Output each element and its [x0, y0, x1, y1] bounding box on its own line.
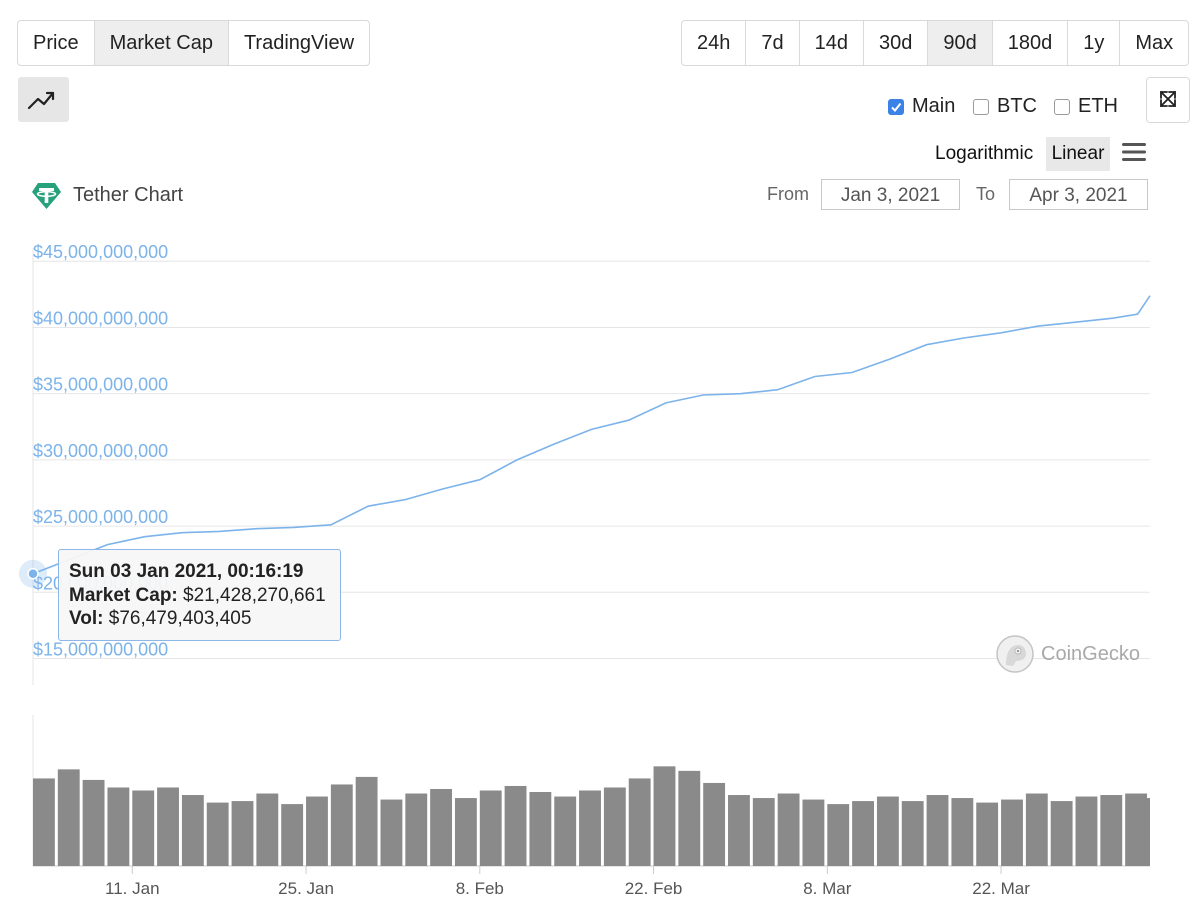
volume-bar	[976, 802, 999, 866]
x-tick-label: 25. Jan	[278, 879, 334, 898]
volume-bar	[653, 766, 676, 866]
hover-point	[27, 568, 39, 580]
tooltip-market-cap-label: Market Cap:	[69, 584, 178, 606]
market-cap-line	[32, 295, 1151, 575]
volume-bar	[206, 802, 229, 866]
volume-bar	[901, 801, 924, 866]
volume-bar	[330, 784, 353, 866]
volume-bar	[256, 793, 279, 866]
y-tick-label: $45,000,000,000	[33, 242, 168, 262]
volume-bar	[82, 779, 105, 866]
x-tick-label: 11. Jan	[105, 879, 160, 898]
volume-bar	[231, 801, 254, 866]
y-tick-label: $40,000,000,000	[33, 308, 168, 328]
volume-bar	[802, 799, 825, 866]
volume-bar	[579, 790, 601, 866]
volume-bar	[603, 787, 626, 866]
volume-bar	[430, 788, 453, 866]
volume-bar	[1050, 801, 1073, 866]
y-tick-label: $30,000,000,000	[33, 441, 168, 461]
x-tick-label: 22. Mar	[972, 879, 1030, 898]
y-tick-label: $25,000,000,000	[33, 507, 168, 527]
volume-bar	[752, 798, 775, 866]
volume-bar	[554, 796, 577, 866]
volume-bar	[57, 769, 80, 866]
volume-bar	[529, 792, 552, 866]
y-tick-label: $35,000,000,000	[33, 375, 168, 395]
volume-bar	[852, 801, 874, 866]
x-tick-label: 22. Feb	[625, 879, 683, 898]
volume-bar	[380, 799, 403, 866]
volume-bar	[33, 778, 55, 866]
volume-bar	[926, 795, 949, 866]
volume-bar	[1075, 796, 1098, 866]
volume-bar	[479, 790, 502, 866]
volume-bar	[876, 796, 899, 866]
volume-bar	[951, 798, 974, 866]
tooltip-timestamp: Sun 03 Jan 2021, 00:16:19	[69, 561, 304, 582]
watermark-text: CoinGecko	[1041, 642, 1140, 665]
tooltip-market-cap-value: $21,428,270,661	[183, 584, 326, 606]
y-tick-label: $15,000,000,000	[33, 640, 168, 660]
volume-bar	[728, 795, 750, 866]
volume-bar	[504, 785, 527, 866]
volume-bar	[1025, 793, 1048, 866]
tooltip-vol-label: Vol:	[69, 608, 104, 629]
volume-bar	[454, 798, 477, 866]
volume-bar	[1001, 799, 1023, 866]
volume-bar	[107, 787, 130, 866]
volume-bar	[306, 796, 328, 866]
volume-bar	[281, 804, 304, 866]
market-cap-chart[interactable]: $45,000,000,000 $40,000,000,000 $35,000,00…	[0, 0, 1200, 905]
coingecko-watermark: CoinGecko	[996, 635, 1140, 673]
volume-bar	[181, 795, 204, 866]
x-tick-label: 8. Mar	[803, 879, 852, 898]
chart-tooltip: Sun 03 Jan 2021, 00:16:19 Market Cap: $2…	[58, 549, 341, 641]
volume-bar	[355, 776, 378, 866]
tooltip-vol-value: $76,479,403,405	[108, 608, 252, 629]
volume-bar	[777, 793, 800, 866]
volume-bar	[827, 804, 850, 866]
coingecko-logo-icon	[996, 635, 1034, 673]
volume-bar	[1128, 798, 1150, 866]
x-tick-label: 8. Feb	[456, 879, 504, 898]
volume-bar	[405, 793, 428, 866]
volume-bar	[1100, 795, 1123, 866]
volume-bar	[703, 782, 726, 866]
volume-bar	[678, 770, 701, 866]
volume-bar	[132, 790, 155, 866]
volume-bar	[157, 787, 179, 866]
volume-bar	[628, 778, 651, 866]
